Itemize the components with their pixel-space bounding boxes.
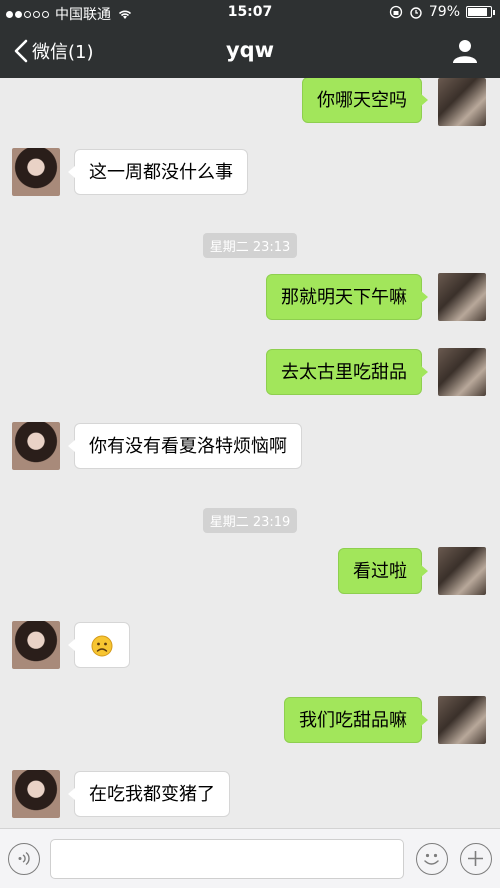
profile-icon[interactable] [452, 38, 478, 64]
timestamp-text: 星期二 23:19 [202, 508, 298, 533]
my-avatar[interactable] [438, 348, 486, 396]
battery-icon [466, 6, 495, 18]
my-avatar[interactable] [438, 547, 486, 595]
battery-percent: 79% [428, 4, 460, 20]
alarm-icon [410, 7, 422, 19]
message-bubble-incoming[interactable]: 这一周都没什么事 [68, 149, 248, 195]
sad-face-icon [91, 635, 113, 657]
message-bubble-incoming[interactable]: 在吃我都变猪了 [68, 771, 230, 817]
voice-input-button[interactable] [8, 843, 40, 875]
chat-title: yqw [225, 38, 275, 62]
message-bubble-incoming[interactable] [68, 622, 130, 668]
timestamp-text: 星期二 23:13 [202, 233, 298, 258]
message-bubble-outgoing[interactable]: 那就明天下午嘛 [266, 274, 428, 320]
message-bubble-outgoing[interactable]: 我们吃甜品嘛 [284, 697, 428, 743]
nav-bar: 微信(1) yqw [0, 26, 500, 78]
my-avatar[interactable] [438, 273, 486, 321]
chat-timestamp: 星期二 23:13 [0, 233, 500, 258]
chat-area[interactable]: 你哪天空吗 这一周都没什么事 星期二 23:13 那就明天下午嘛 去太古里吃甜品… [0, 78, 500, 828]
message-bubble-outgoing[interactable]: 去太古里吃甜品 [266, 349, 428, 395]
my-avatar[interactable] [438, 78, 486, 126]
contact-avatar[interactable] [12, 770, 60, 818]
emoji-button[interactable] [416, 843, 448, 875]
contact-avatar[interactable] [12, 148, 60, 196]
chat-timestamp: 星期二 23:19 [0, 508, 500, 533]
more-options-button[interactable] [460, 843, 492, 875]
voice-icon [18, 851, 30, 866]
my-avatar[interactable] [438, 696, 486, 744]
status-right: 79% [389, 4, 495, 20]
input-bar [0, 828, 500, 888]
rotation-lock-icon [389, 5, 403, 19]
contact-avatar[interactable] [12, 621, 60, 669]
message-input[interactable] [50, 839, 404, 879]
status-bar: 中国联通 15:07 79% [0, 0, 500, 26]
plus-icon [468, 851, 483, 866]
smiley-icon [424, 853, 439, 865]
message-bubble-outgoing[interactable]: 你哪天空吗 [302, 78, 428, 123]
message-bubble-incoming[interactable]: 你有没有看夏洛特烦恼啊 [68, 423, 302, 469]
message-bubble-outgoing[interactable]: 看过啦 [338, 548, 428, 594]
contact-avatar[interactable] [12, 422, 60, 470]
